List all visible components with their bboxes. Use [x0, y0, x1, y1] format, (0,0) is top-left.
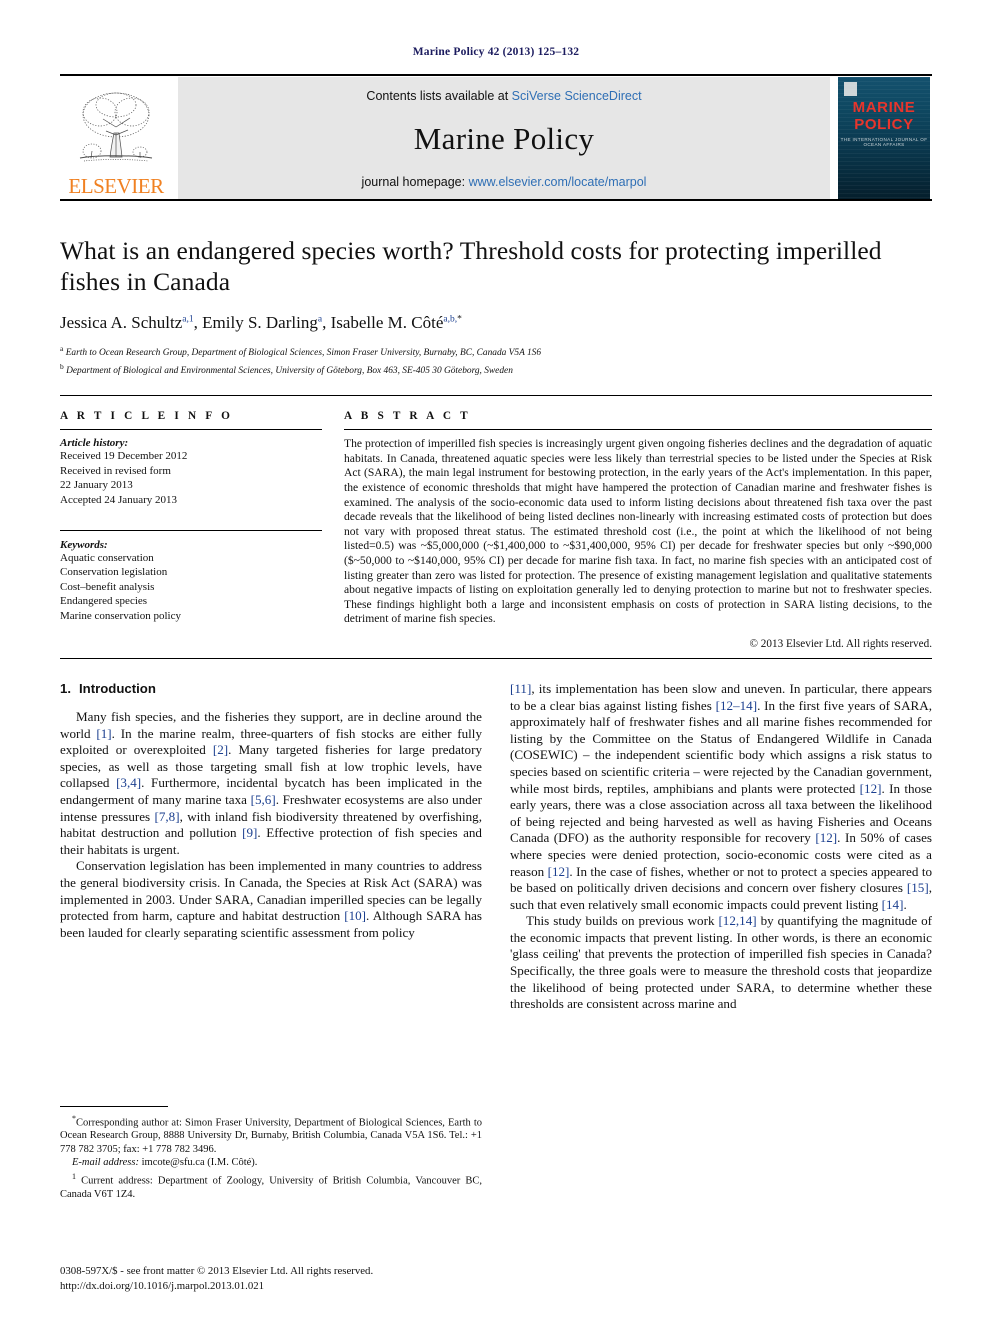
body-column-left: 1. Introduction Many fish species, and th…	[60, 681, 482, 1201]
author-name[interactable]: Emily S. Darling	[202, 313, 318, 332]
abstract-heading: A B S T R A C T	[344, 410, 471, 423]
cover-title-line1: MARINE	[852, 99, 916, 116]
email-footnote: E-mail address: imcote@sfu.ca (I.M. Côté…	[60, 1156, 482, 1169]
author-separator: ,	[193, 313, 203, 332]
article-info-rule	[60, 429, 322, 431]
current-address-text: Current address: Department of Zoology, …	[60, 1175, 483, 1200]
journal-cover-thumbnail[interactable]: MARINE POLICY THE INTERNATIONAL JOURNAL …	[836, 77, 932, 199]
keywords-block: Keywords: Aquatic conservation Conservat…	[60, 529, 322, 624]
article-info-heading: A R T I C L E I N F O	[60, 410, 234, 423]
author-affiliation-mark: a,1	[182, 314, 194, 325]
affiliation-item: a Earth to Ocean Research Group, Departm…	[60, 342, 932, 360]
cover-publisher-badge-icon	[844, 82, 857, 96]
elsevier-logo[interactable]: ELSEVIER	[60, 77, 172, 199]
info-section-top-rule	[60, 395, 932, 397]
cover-image: MARINE POLICY THE INTERNATIONAL JOURNAL …	[838, 77, 930, 199]
footnote-rule	[60, 1105, 168, 1107]
author-affiliation-mark: a,b,	[443, 314, 458, 325]
affiliation-text: Department of Biological and Environment…	[66, 366, 513, 377]
body-column-right: [11], its implementation has been slow a…	[510, 681, 932, 1201]
contents-prefix: Contents lists available at	[366, 89, 512, 103]
corresponding-author-footnote: *Corresponding author at: Simon Fraser U…	[60, 1112, 482, 1157]
email-value[interactable]: imcote@sfu.ca (I.M. Côté).	[142, 1157, 258, 1168]
affiliation-text: Earth to Ocean Research Group, Departmen…	[65, 348, 542, 359]
footnote-number: 1	[72, 1171, 76, 1181]
info-abstract-row: A R T I C L E I N F O Article history: R…	[60, 410, 932, 650]
corresponding-author-asterisk: *	[457, 314, 462, 325]
keyword-item: Conservation legislation	[60, 566, 168, 579]
contents-available-line: Contents lists available at SciVerse Sci…	[366, 89, 641, 103]
cover-title-line2: POLICY	[854, 116, 914, 133]
section-number: 1.	[60, 680, 71, 696]
article-history-line: Accepted 24 January 2013	[60, 494, 177, 507]
page-title: What is an endangered species worth? Thr…	[60, 236, 882, 296]
section-title: Introduction	[79, 680, 156, 696]
keywords-rule	[60, 529, 322, 531]
masthead-top-rule	[60, 74, 932, 76]
author-separator: ,	[322, 313, 331, 332]
cover-subtitle: THE INTERNATIONAL JOURNAL OF OCEAN AFFAI…	[840, 137, 928, 147]
affiliation-mark: b	[60, 362, 64, 372]
paragraph: Conservation legislation has been implem…	[60, 858, 482, 940]
affiliation-mark: a	[60, 344, 64, 353]
sciencedirect-link[interactable]: SciVerse ScienceDirect	[512, 89, 642, 103]
article-info-column: A R T I C L E I N F O Article history: R…	[60, 410, 344, 650]
issn-line: 0308-597X/$ - see front matter © 2013 El…	[60, 1265, 374, 1277]
journal-masthead: ELSEVIER Contents lists available at Sci…	[60, 77, 932, 199]
article-history-line: Received in revised form	[60, 464, 171, 477]
paper-page: Marine Policy 42 (2013) 125–132 ELSEVIER…	[0, 0, 992, 1323]
paragraph: [11], its implementation has been slow a…	[510, 680, 933, 912]
title-block: What is an endangered species worth? Thr…	[60, 201, 932, 378]
journal-homepage-link[interactable]: www.elsevier.com/locate/marpol	[469, 175, 647, 189]
cover-title: MARINE POLICY	[838, 99, 930, 133]
affiliation-item: b Department of Biological and Environme…	[60, 360, 932, 378]
abstract-text: The protection of imperilled fish specie…	[344, 437, 932, 626]
section-heading-introduction: 1. Introduction	[60, 681, 482, 696]
paragraph: Many fish species, and the fisheries the…	[60, 708, 482, 857]
keyword-item: Endangered species	[60, 595, 148, 608]
article-history-label: Article history:	[60, 437, 129, 450]
author-name[interactable]: Jessica A. Schultz	[60, 313, 182, 332]
bottom-matter: 0308-597X/$ - see front matter © 2013 El…	[60, 1264, 373, 1293]
footnote-block: *Corresponding author at: Simon Fraser U…	[60, 1105, 482, 1201]
article-history-line: Received 19 December 2012	[60, 450, 188, 463]
affiliation-list: a Earth to Ocean Research Group, Departm…	[60, 342, 932, 378]
author-list: Jessica A. Schultza,1, Emily S. Darling a…	[60, 313, 932, 333]
homepage-prefix: journal homepage:	[361, 175, 469, 189]
abstract-column: A B S T R A C T The protection of imperi…	[344, 410, 932, 650]
running-head: Marine Policy 42 (2013) 125–132	[412, 46, 580, 58]
article-history-line: 22 January 2013	[60, 479, 133, 492]
doi-line[interactable]: http://dx.doi.org/10.1016/j.marpol.2013.…	[60, 1279, 373, 1294]
abstract-bottom-rule	[60, 657, 932, 659]
body-columns: 1. Introduction Many fish species, and th…	[60, 681, 932, 1201]
journal-title: Marine Policy	[413, 121, 595, 156]
author-name[interactable]: Isabelle M. Côté	[331, 313, 444, 332]
elsevier-tree-icon	[79, 92, 153, 162]
keyword-item: Cost–benefit analysis	[60, 580, 155, 593]
keyword-item: Aquatic conservation	[60, 551, 154, 564]
journal-homepage-line: journal homepage: www.elsevier.com/locat…	[362, 175, 647, 189]
paragraph: This study builds on previous work [12,1…	[510, 913, 932, 1012]
keyword-item: Marine conservation policy	[60, 610, 181, 622]
elsevier-wordmark: ELSEVIER	[68, 174, 164, 198]
current-address-footnote: 1 Current address: Department of Zoology…	[60, 1170, 482, 1201]
keywords-label: Keywords:	[60, 538, 108, 551]
email-label: E-mail address:	[72, 1157, 139, 1169]
corresponding-author-text: Corresponding author at: Simon Fraser Un…	[60, 1117, 482, 1155]
abstract-copyright: © 2013 Elsevier Ltd. All rights reserved…	[749, 637, 933, 650]
abstract-rule	[344, 429, 932, 431]
masthead-center-band: Contents lists available at SciVerse Sci…	[178, 77, 830, 199]
